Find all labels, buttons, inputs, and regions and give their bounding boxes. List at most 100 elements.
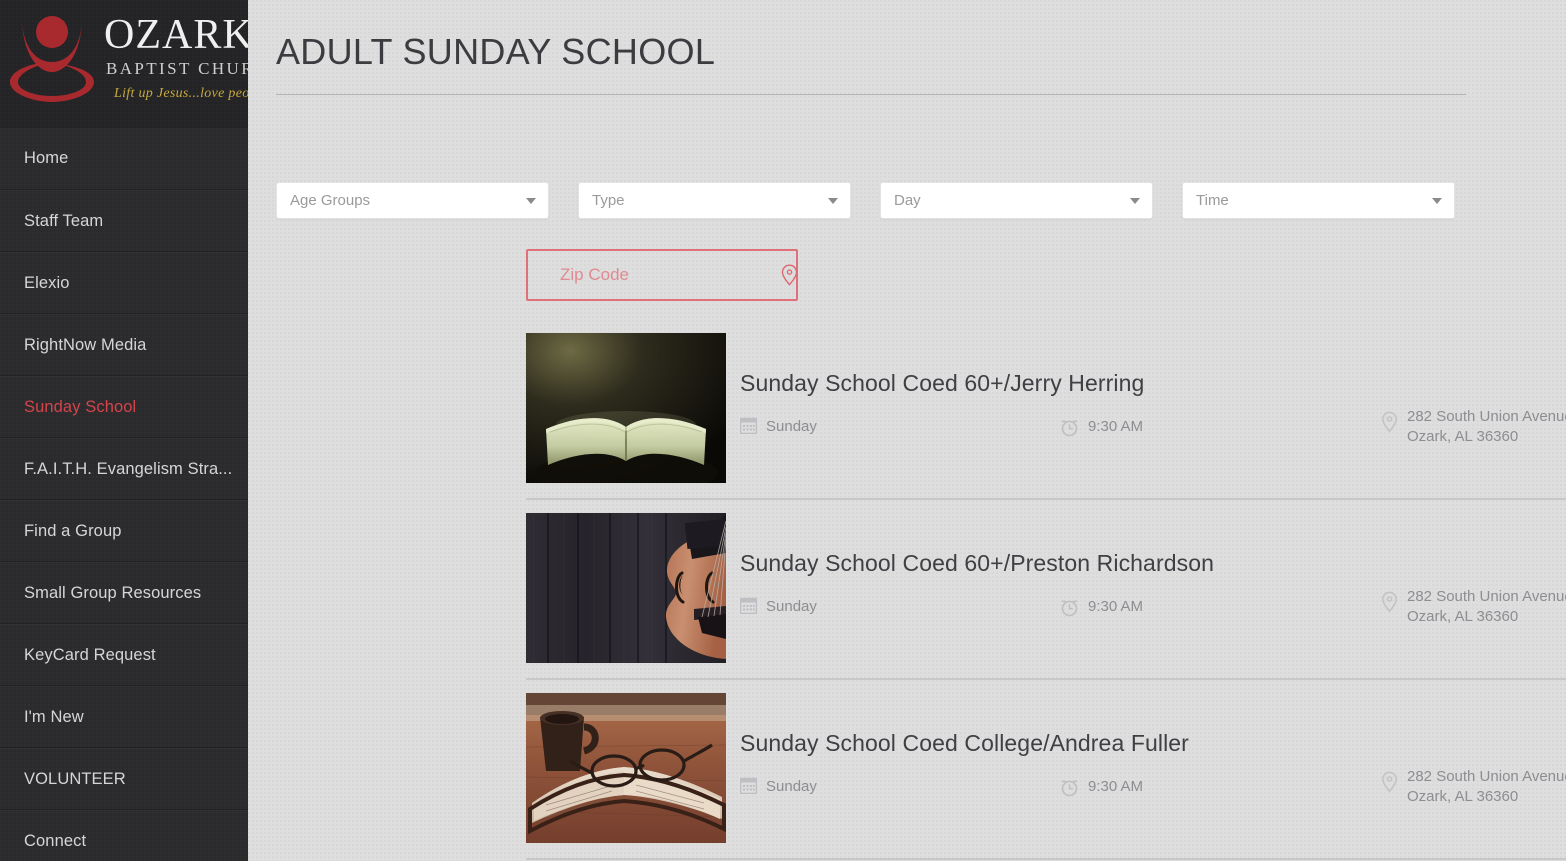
zip-code-field[interactable] bbox=[526, 249, 798, 301]
svg-text:BAPTIST CHURCH: BAPTIST CHURCH bbox=[106, 59, 248, 78]
sidebar-item-rightnow-media[interactable]: RightNow Media bbox=[0, 314, 248, 376]
result-body: Sunday School Coed 60+/Jerry Herring Sun… bbox=[726, 333, 1566, 483]
result-day: Sunday bbox=[740, 597, 817, 617]
sidebar-item-label: Elexio bbox=[24, 273, 70, 292]
result-address-line2: Ozark, AL 36360 bbox=[1407, 608, 1519, 625]
sidebar-item-home[interactable]: Home bbox=[0, 128, 248, 190]
sidebar-item-sunday-school[interactable]: Sunday School bbox=[0, 376, 248, 438]
type-select[interactable]: Type bbox=[578, 182, 851, 219]
result-address-line1: 282 South Union Avenue bbox=[1407, 768, 1566, 785]
sidebar-nav: Home Staff Team Elexio RightNow Media Su… bbox=[0, 128, 248, 861]
result-time: 9:30 AM bbox=[1060, 597, 1143, 617]
result-title[interactable]: Sunday School Coed 60+/Jerry Herring bbox=[740, 370, 1144, 397]
result-thumbnail-violin[interactable] bbox=[526, 513, 726, 663]
result-day: Sunday bbox=[740, 417, 817, 437]
result-address: 282 South Union Avenue Ozark, AL 36360 bbox=[1381, 407, 1566, 447]
sidebar-item-small-group-resources[interactable]: Small Group Resources bbox=[0, 562, 248, 624]
time-select-label: Time bbox=[1196, 192, 1229, 209]
sidebar-item-label: I'm New bbox=[24, 707, 84, 726]
result-address-line1: 282 South Union Avenue bbox=[1407, 408, 1566, 425]
result-address-lines: 282 South Union Avenue Ozark, AL 36360 bbox=[1407, 587, 1566, 627]
result-address-line1: 282 South Union Avenue bbox=[1407, 588, 1566, 605]
alarm-clock-icon bbox=[1061, 420, 1078, 437]
ozark-baptist-church-logo-icon: OZARK BAPTIST CHURCH Lift up Jesus...lov… bbox=[10, 12, 248, 102]
result-row: Sunday School Coed 60+/Jerry Herring Sun… bbox=[526, 333, 1566, 513]
result-day-text: Sunday bbox=[766, 598, 817, 615]
sidebar-item-im-new[interactable]: I'm New bbox=[0, 686, 248, 748]
sidebar-item-keycard-request[interactable]: KeyCard Request bbox=[0, 624, 248, 686]
result-address: 282 South Union Avenue Ozark, AL 36360 bbox=[1381, 767, 1566, 807]
map-pin-icon bbox=[1382, 591, 1397, 613]
main-content: ADULT SUNDAY SCHOOL Age Groups Type Day … bbox=[248, 0, 1566, 861]
sidebar-item-volunteer[interactable]: VOLUNTEER bbox=[0, 748, 248, 810]
calendar-icon bbox=[740, 597, 757, 614]
result-divider bbox=[526, 498, 1566, 500]
map-pin-icon bbox=[1382, 411, 1397, 433]
sidebar-item-label: VOLUNTEER bbox=[24, 769, 126, 788]
map-pin-icon bbox=[1382, 771, 1397, 793]
result-time-text: 9:30 AM bbox=[1088, 418, 1144, 435]
open-bible-photo bbox=[526, 333, 726, 483]
result-address-lines: 282 South Union Avenue Ozark, AL 36360 bbox=[1407, 407, 1566, 447]
sidebar-item-label: Sunday School bbox=[24, 397, 137, 416]
age-groups-select[interactable]: Age Groups bbox=[276, 182, 549, 219]
result-body: Sunday School Coed College/Andrea Fuller bbox=[726, 693, 1566, 843]
result-title[interactable]: Sunday School Coed College/Andrea Fuller bbox=[740, 730, 1189, 757]
site-logo[interactable]: OZARK BAPTIST CHURCH Lift up Jesus...lov… bbox=[0, 0, 248, 128]
violin-on-wood-photo bbox=[526, 513, 726, 663]
sidebar-item-connect[interactable]: Connect bbox=[0, 810, 248, 861]
result-row: Sunday School Coed College/Andrea Fuller bbox=[526, 693, 1566, 861]
title-divider bbox=[276, 94, 1466, 95]
map-pin-icon bbox=[781, 264, 798, 286]
chevron-down-icon bbox=[526, 197, 536, 204]
sidebar-item-find-a-group[interactable]: Find a Group bbox=[0, 500, 248, 562]
sidebar-item-label: Small Group Resources bbox=[24, 583, 202, 602]
result-divider bbox=[526, 678, 1566, 680]
calendar-icon bbox=[740, 417, 757, 434]
result-thumbnail-bible-mug-glasses[interactable] bbox=[526, 693, 726, 843]
sidebar-item-label: Connect bbox=[24, 831, 87, 850]
result-address-line2: Ozark, AL 36360 bbox=[1407, 428, 1519, 445]
type-select-label: Type bbox=[592, 192, 625, 209]
sidebar-item-elexio[interactable]: Elexio bbox=[0, 252, 248, 314]
result-meta: Sunday 9:30 AM 282 South Union Avenue Oz… bbox=[726, 408, 1566, 461]
result-address-lines: 282 South Union Avenue Ozark, AL 36360 bbox=[1407, 767, 1566, 807]
result-time: 9:30 AM bbox=[1060, 417, 1143, 437]
sidebar-item-label: Staff Team bbox=[24, 211, 104, 230]
sidebar-item-label: KeyCard Request bbox=[24, 645, 156, 664]
result-divider bbox=[526, 858, 1566, 860]
result-body: Sunday School Coed 60+/Preston Richardso… bbox=[726, 513, 1566, 663]
page-title: ADULT SUNDAY SCHOOL bbox=[276, 31, 716, 72]
chevron-down-icon bbox=[828, 197, 838, 204]
result-title[interactable]: Sunday School Coed 60+/Preston Richardso… bbox=[740, 550, 1214, 577]
result-row: Sunday School Coed 60+/Preston Richardso… bbox=[526, 513, 1566, 693]
sidebar-item-label: Home bbox=[24, 149, 69, 167]
result-thumbnail-open-bible[interactable] bbox=[526, 333, 726, 483]
result-address: 282 South Union Avenue Ozark, AL 36360 bbox=[1381, 587, 1566, 627]
result-time: 9:30 AM bbox=[1060, 777, 1143, 797]
result-time-text: 9:30 AM bbox=[1088, 778, 1144, 795]
chevron-down-icon bbox=[1130, 197, 1140, 204]
sidebar: OZARK BAPTIST CHURCH Lift up Jesus...lov… bbox=[0, 0, 248, 861]
result-day-text: Sunday bbox=[766, 778, 817, 795]
svg-text:OZARK: OZARK bbox=[104, 12, 248, 58]
svg-text:Lift up Jesus...love people!: Lift up Jesus...love people! bbox=[113, 86, 248, 101]
result-day: Sunday bbox=[740, 777, 817, 797]
calendar-icon bbox=[740, 777, 757, 794]
alarm-clock-icon bbox=[1061, 780, 1078, 797]
age-groups-select-label: Age Groups bbox=[290, 192, 371, 209]
sidebar-item-label: RightNow Media bbox=[24, 335, 147, 354]
result-address-line2: Ozark, AL 36360 bbox=[1407, 788, 1519, 805]
page-root: OZARK BAPTIST CHURCH Lift up Jesus...lov… bbox=[0, 0, 1566, 861]
time-select[interactable]: Time bbox=[1182, 182, 1455, 219]
zip-code-input[interactable] bbox=[560, 265, 781, 285]
sidebar-item-label: F.A.I.T.H. Evangelism Stra... bbox=[24, 459, 233, 478]
sidebar-item-label: Find a Group bbox=[24, 521, 122, 540]
sidebar-item-faith-evangelism-strategy[interactable]: F.A.I.T.H. Evangelism Stra... bbox=[0, 438, 248, 500]
alarm-clock-icon bbox=[1061, 600, 1078, 617]
filter-bar: Age Groups Type Day Time bbox=[276, 182, 1455, 219]
result-meta: Sunday 9:30 AM 282 South Union Avenue Oz… bbox=[726, 768, 1566, 821]
results-list: Sunday School Coed 60+/Jerry Herring Sun… bbox=[526, 333, 1566, 861]
day-select[interactable]: Day bbox=[880, 182, 1153, 219]
sidebar-item-staff-team[interactable]: Staff Team bbox=[0, 190, 248, 252]
